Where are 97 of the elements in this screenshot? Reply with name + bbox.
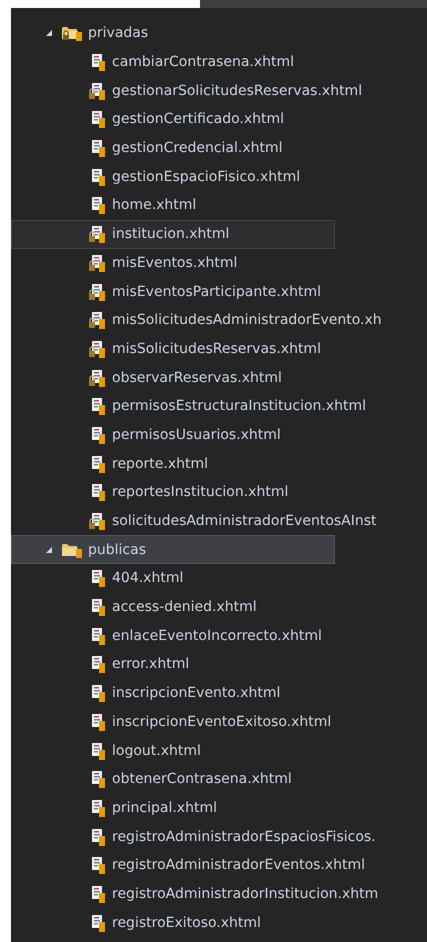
file-row[interactable]: reportesInstitucion.xhtml [11,478,335,507]
file-row[interactable]: inscripcionEventoExitoso.xhtml [11,708,335,736]
file-row[interactable]: registroExitoso.xhtml [11,908,335,937]
file-name: reporte.xhtml [112,456,208,472]
locked-file-icon [89,282,105,301]
file-icon [89,742,105,760]
file-name: misEventosParticipante.xhtml [112,284,321,300]
file-icon [89,426,105,444]
file-name: inscripcionEvento.xhtml [112,685,280,702]
file-row[interactable]: registroAdministradorEspaciosFisicos. [11,822,377,851]
file-row[interactable]: observarReservas.xhtml [11,363,335,392]
file-name: reportesInstitucion.xhtml [112,484,288,500]
file-name: error.xhtml [112,656,190,672]
file-row[interactable]: gestionCredencial.xhtml [11,134,335,162]
file-row[interactable]: obtenerContrasena.xhtml [11,764,335,794]
file-name: gestionCertificado.xhtml [112,111,284,128]
expanded-arrow-icon[interactable] [45,29,53,38]
file-icon [89,454,105,473]
file-icon [89,598,105,616]
folder-row[interactable]: publicas [11,535,335,564]
file-name: 404.xhtml [112,570,184,586]
folder-name: publicas [88,542,146,558]
file-icon [89,139,105,158]
file-row[interactable]: registroAdministradorInstitucion.xhtm [11,880,380,908]
file-name: principal.xhtml [112,800,217,816]
file-icon [89,626,105,645]
file-name: home.xhtml [112,197,196,214]
file-name: registroAdministradorInstitucion.xhtm [112,886,378,902]
file-icon [89,168,105,186]
file-icon [89,569,105,588]
file-name: misEventos.xhtml [112,254,238,271]
locked-file-icon [89,254,105,272]
file-name: observarReservas.xhtml [112,370,282,386]
folder-row[interactable]: privadas [11,19,335,48]
locked-file-icon [89,368,105,387]
file-name: misSolicitudesAdministradorEvento.xh [112,312,382,328]
locked-file-icon [89,512,105,530]
file-row[interactable]: gestionarSolicitudesReservas.xhtml [11,76,364,106]
file-name: registroExitoso.xhtml [112,914,261,931]
file-icon [89,110,105,128]
file-name: misSolicitudesReservas.xhtml [112,340,321,357]
file-name: gestionEspacioFisico.xhtml [112,168,300,185]
file-icon [89,684,105,702]
file-name: registroAdministradorEspaciosFisicos. [112,828,376,845]
file-row[interactable]: reporte.xhtml [11,449,335,478]
locked-file-icon [89,340,105,358]
file-row[interactable]: logout.xhtml [11,736,335,765]
file-icon [89,655,105,674]
locked-folder-icon [61,24,83,42]
file-row[interactable]: access-denied.xhtml [11,592,335,622]
file-row[interactable]: inscripcionEvento.xhtml [11,678,335,708]
locked-file-icon [89,311,105,330]
file-row[interactable]: 404.xhtml [11,564,335,593]
file-icon [89,53,105,72]
file-icon [89,856,105,874]
folder-name: privadas [88,25,148,42]
file-row[interactable]: institucion.xhtml [11,220,335,248]
file-row[interactable]: permisosUsuarios.xhtml [11,420,335,450]
file-row[interactable]: cambiarContrasena.xhtml [11,48,335,76]
file-name: cambiarContrasena.xhtml [112,54,294,70]
file-row[interactable]: misEventosParticipante.xhtml [11,277,335,306]
locked-file-icon [89,225,105,244]
file-icon [89,828,105,846]
file-row[interactable]: principal.xhtml [11,794,335,822]
file-row[interactable]: gestionEspacioFisico.xhtml [11,162,335,192]
file-row[interactable]: registroAdministradorEventos.xhtml [11,850,366,880]
file-icon [89,196,105,214]
file-name: logout.xhtml [112,742,201,759]
file-row[interactable]: misSolicitudesAdministradorEvento.xh [11,306,383,335]
file-row[interactable]: error.xhtml [11,650,335,679]
file-name: solicitudesAdministradorEventosAInst [112,513,377,530]
file-name: registroAdministradorEventos.xhtml [112,857,366,874]
file-name: inscripcionEventoExitoso.xhtml [112,714,332,730]
file-name: enlaceEventoIncorrecto.xhtml [112,628,322,644]
file-name: permisosUsuarios.xhtml [112,426,281,443]
file-row[interactable]: solicitudesAdministradorEventosAInst [11,506,378,536]
expanded-arrow-icon[interactable] [45,546,53,554]
file-icon [89,884,105,903]
file-name: gestionarSolicitudesReservas.xhtml [112,82,362,99]
file-row[interactable]: enlaceEventoIncorrecto.xhtml [11,621,335,650]
file-name: obtenerContrasena.xhtml [112,771,292,788]
file-name: permisosEstructuraInstitucion.xhtml [112,398,366,414]
file-icon [89,397,105,416]
file-row[interactable]: permisosEstructuraInstitucion.xhtml [11,392,368,421]
file-icon [89,483,105,502]
file-name: gestionCredencial.xhtml [112,140,283,156]
file-name: institucion.xhtml [112,226,230,242]
file-icon [89,770,105,788]
file-row[interactable]: home.xhtml [11,191,335,220]
locked-file-icon [89,82,105,100]
file-icon [89,712,105,731]
file-icon [89,798,105,817]
file-row[interactable]: misEventos.xhtml [11,248,335,278]
file-row[interactable]: gestionCertificado.xhtml [11,105,335,134]
file-row[interactable]: misSolicitudesReservas.xhtml [11,334,335,364]
file-name: access-denied.xhtml [112,599,257,616]
file-icon [89,914,105,932]
